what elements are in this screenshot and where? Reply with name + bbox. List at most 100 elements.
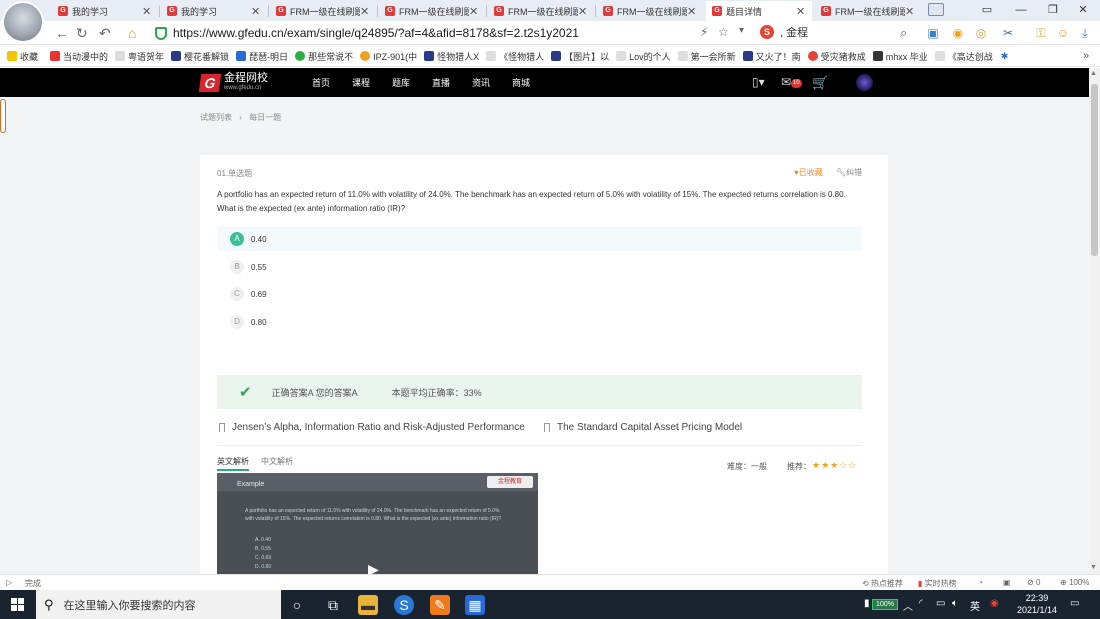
calculator-icon[interactable]: ▦ bbox=[465, 595, 485, 615]
nav-question-bank[interactable]: 题库 bbox=[392, 76, 410, 89]
star-icon[interactable]: ☆ bbox=[718, 25, 729, 39]
sogou-icon[interactable]: ◉ bbox=[990, 598, 999, 609]
favorite-button[interactable]: ♥已收藏 bbox=[794, 167, 823, 178]
refresh-icon[interactable]: ↻ bbox=[76, 25, 88, 42]
knowledge-point[interactable]: The Standard Capital Asset Pricing Model bbox=[544, 422, 742, 433]
close-icon[interactable]: ✕ bbox=[469, 5, 481, 18]
site-logo[interactable]: G 金程网校 www.gfedu.cn bbox=[198, 73, 268, 92]
nav-home[interactable]: 首页 bbox=[312, 76, 330, 89]
bookmark-item[interactable]: 收藏 bbox=[7, 50, 38, 63]
more-bookmarks-icon[interactable]: » bbox=[1083, 50, 1089, 62]
browser-tab[interactable]: G FRM一级在线刷题 ✕ bbox=[270, 1, 376, 21]
start-button[interactable] bbox=[11, 598, 25, 612]
nav-mall[interactable]: 商城 bbox=[512, 76, 530, 89]
close-icon[interactable]: ✕ bbox=[905, 5, 917, 18]
tab-chinese-analysis[interactable]: 中文解析 bbox=[261, 456, 293, 467]
breadcrumb-question-list[interactable]: 试题列表 bbox=[200, 113, 232, 122]
bookmark-item[interactable]: 《怪物猎人 bbox=[486, 50, 544, 63]
bookmark-item[interactable]: 【图片】以 bbox=[551, 50, 609, 63]
hot-recommend[interactable]: ⟲ 热点推荐 bbox=[862, 578, 903, 589]
close-icon[interactable]: ✕ bbox=[142, 5, 154, 18]
wifi-icon[interactable]: ◜ bbox=[919, 598, 923, 609]
download-count[interactable]: ⊘ 0 bbox=[1027, 578, 1040, 587]
camera-icon[interactable]: ▣ bbox=[1003, 578, 1011, 587]
close-icon[interactable]: ✕ bbox=[687, 5, 699, 18]
bookmark-item[interactable]: 《高达创战 bbox=[934, 50, 993, 63]
bookmark-item[interactable]: 怪物猎人X bbox=[424, 50, 479, 63]
speaker-icon[interactable]: ◔ bbox=[978, 578, 983, 587]
bookmark-item[interactable]: 又火了！南 bbox=[742, 50, 801, 63]
bookmark-item[interactable]: Lov的个人 bbox=[616, 50, 671, 63]
option-b[interactable]: B 0.55 bbox=[217, 255, 862, 279]
bookmark-item[interactable]: mhxx 毕业 bbox=[872, 50, 928, 63]
close-icon[interactable]: ✕ bbox=[578, 5, 590, 18]
ime-indicator[interactable]: 英 bbox=[970, 598, 980, 613]
back-icon[interactable]: ← bbox=[55, 25, 69, 41]
url-text[interactable]: https://www.gfedu.cn/exam/single/q24895/… bbox=[173, 26, 579, 40]
volume-icon[interactable]: 🔈︎ bbox=[952, 598, 958, 609]
option-a[interactable]: A 0.40 bbox=[217, 227, 862, 251]
bookmark-item[interactable]: 那些常说不 bbox=[295, 50, 353, 63]
browser-tab[interactable]: G FRM一级在线刷题 ✕ bbox=[597, 1, 703, 21]
bookmark-item[interactable]: 第一会所新 bbox=[677, 50, 736, 63]
network-icon[interactable]: ▭ bbox=[936, 598, 945, 609]
cart-icon[interactable]: 🛒 bbox=[812, 75, 828, 91]
system-clock[interactable]: 22:39 2021/1/14 bbox=[1012, 592, 1062, 616]
app-icon[interactable]: ✎ bbox=[430, 595, 450, 615]
undo-icon[interactable]: ↶ bbox=[99, 25, 111, 42]
taskbar-search[interactable]: ⚲ 在这里输入你要搜索的内容 bbox=[36, 590, 281, 619]
vertical-scrollbar[interactable]: ▲ ▼ bbox=[1089, 68, 1100, 574]
task-view-icon[interactable]: ⧉ bbox=[323, 595, 343, 615]
explanation-video[interactable]: Example 金程教育 A portfolio has an expected… bbox=[217, 473, 538, 574]
user-avatar[interactable] bbox=[856, 74, 873, 91]
minimize-button[interactable]: — bbox=[1006, 0, 1036, 21]
browser-tab[interactable]: G FRM一级在线刷题 ✕ bbox=[379, 1, 485, 21]
nav-news[interactable]: 资讯 bbox=[472, 76, 490, 89]
chevron-down-icon[interactable]: ▾ bbox=[739, 25, 744, 36]
tab-english-analysis[interactable]: 英文解析 bbox=[217, 456, 249, 471]
user-avatar[interactable] bbox=[2, 1, 44, 43]
option-c[interactable]: C 0.69 bbox=[217, 282, 862, 306]
bookmark-item[interactable]: 当动漫中的 bbox=[50, 50, 108, 63]
bookmark-item[interactable]: IPZ-901(中 bbox=[360, 50, 417, 63]
mobile-icon[interactable]: ▯▾ bbox=[752, 75, 765, 89]
close-icon[interactable]: ✕ bbox=[251, 5, 263, 18]
browser-tab-active[interactable]: G 题目详情 ✕ bbox=[706, 1, 812, 21]
paw-icon[interactable]: ✱ bbox=[1001, 51, 1009, 62]
report-error-button[interactable]: 🔧︎纠错 bbox=[836, 167, 862, 178]
lightning-icon[interactable]: ⚡ bbox=[700, 25, 708, 39]
nav-live[interactable]: 直播 bbox=[432, 76, 450, 89]
chevron-up-icon[interactable]: ︿ bbox=[903, 598, 913, 613]
browser-tab[interactable]: G 我的学习 ✕ bbox=[161, 1, 267, 21]
window-close-button[interactable]: ✕ bbox=[1068, 0, 1098, 21]
new-tab-button[interactable] bbox=[928, 3, 944, 16]
browser-tab[interactable]: G FRM一级在线刷题 ✕ bbox=[488, 1, 594, 21]
browser-tab[interactable]: G FRM一级在线刷题 ✕ bbox=[815, 1, 921, 21]
battery-indicator[interactable]: 100% bbox=[872, 599, 898, 610]
option-d[interactable]: D 0.80 bbox=[217, 310, 862, 334]
bookmark-item[interactable]: 受灾猪救成 bbox=[807, 50, 866, 63]
scroll-up-icon[interactable]: ▲ bbox=[1090, 70, 1097, 77]
file-explorer-icon[interactable]: ▬ bbox=[358, 595, 378, 615]
notification-icon[interactable]: ▭ bbox=[1070, 598, 1079, 609]
zoom-level[interactable]: ⊕ 100% bbox=[1060, 578, 1089, 587]
realtime-hot-list[interactable]: ▮ 实时热榜 bbox=[918, 578, 957, 589]
cortana-icon[interactable]: ○ bbox=[287, 595, 307, 615]
download-icon[interactable]: ⤓ bbox=[1077, 25, 1093, 41]
close-icon[interactable]: ✕ bbox=[796, 5, 808, 18]
knowledge-point[interactable]: Jensen’s Alpha, Information Ratio and Ri… bbox=[219, 422, 525, 433]
scissors-icon[interactable]: ✂ bbox=[1000, 25, 1016, 41]
side-handle[interactable] bbox=[0, 99, 6, 133]
home-icon[interactable]: ⌂ bbox=[128, 25, 136, 41]
mail-icon[interactable]: ✉ bbox=[781, 75, 791, 89]
nav-courses[interactable]: 课程 bbox=[352, 76, 370, 89]
coin-icon[interactable]: ◉ bbox=[950, 25, 966, 41]
search-icon[interactable]: ⌕ bbox=[900, 25, 907, 41]
extension-icon[interactable]: ◎ bbox=[973, 25, 989, 41]
skin-icon[interactable]: ▭ bbox=[972, 0, 1002, 21]
browser-360-icon[interactable]: S bbox=[394, 595, 414, 615]
maximize-button[interactable]: ❐ bbox=[1038, 0, 1068, 21]
scroll-down-icon[interactable]: ▼ bbox=[1090, 564, 1097, 571]
close-icon[interactable]: ✕ bbox=[360, 5, 372, 18]
bookmark-item[interactable]: 粤语贺年 bbox=[115, 50, 164, 63]
